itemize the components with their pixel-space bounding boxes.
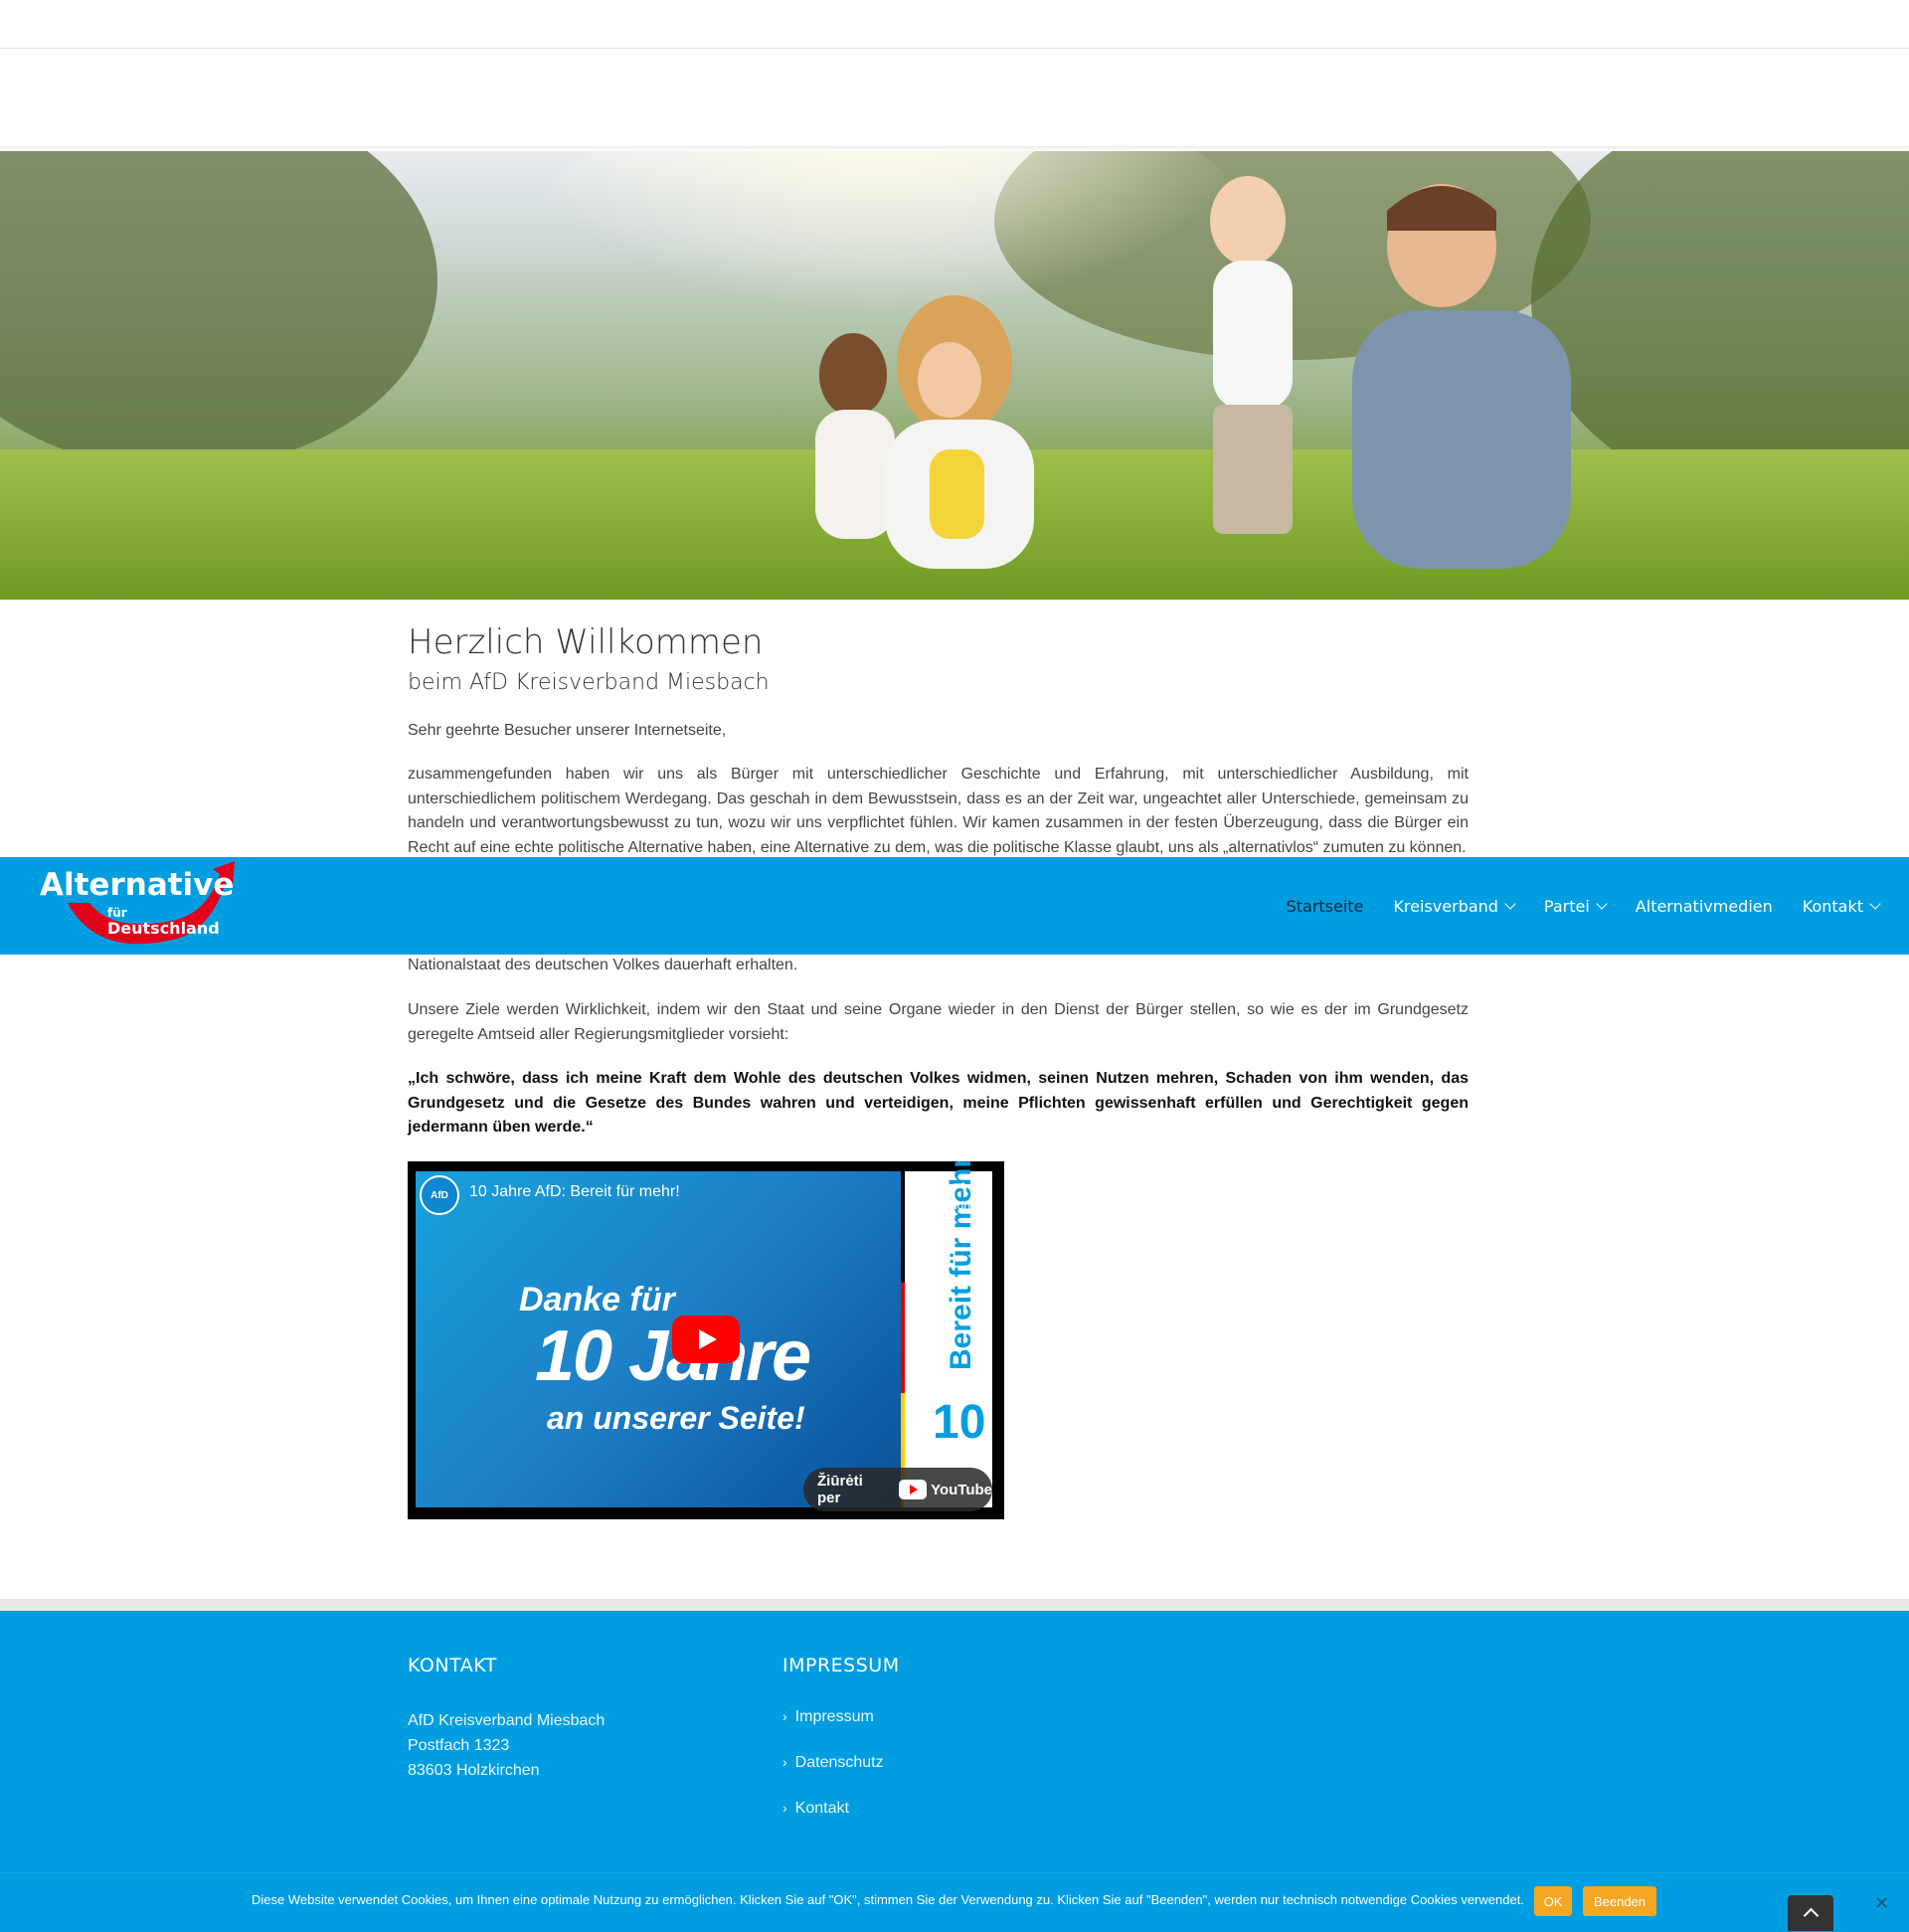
thumbnail-text-1: Danke für <box>519 1281 675 1318</box>
nav-item-kontakt[interactable]: Kontakt <box>1802 896 1881 916</box>
nav-item-label: Partei <box>1543 896 1590 916</box>
footer-links: › Impressum › Datenschutz › Kontakt <box>782 1708 900 1845</box>
page-subtitle: beim AfD Kreisverband Miesbach <box>408 670 770 695</box>
main-navigation: Alternative für Deutschland Startseite K… <box>0 857 1909 955</box>
intro-paragraph: zusammengefunden haben wir uns als Bürge… <box>408 766 1469 857</box>
logo-text-deutschland: Deutschland <box>107 919 220 938</box>
watch-on-youtube-button[interactable]: Žiūrėti per YouTube <box>803 1468 992 1511</box>
close-icon[interactable]: ✕ <box>1874 1893 1889 1914</box>
logo-text-fuer: für <box>107 906 127 920</box>
footer-impressum-heading: IMPRESSUM <box>782 1655 900 1676</box>
angle-right-icon: › <box>782 1800 787 1816</box>
chevron-down-icon <box>1504 898 1516 910</box>
nav-item-partei[interactable]: Partei <box>1543 896 1608 916</box>
nav-item-label: Startseite <box>1286 896 1364 916</box>
cookie-text: Diese Website verwendet Cookies, um Ihne… <box>252 1892 1524 1907</box>
youtube-video-embed[interactable]: Bereit für mehr. 10 AfD 10 Jahre AfD: Be… <box>408 1161 1004 1519</box>
oath-quote: „Ich schwöre, dass ich meine Kraft dem W… <box>408 1070 1469 1137</box>
nav-menu: Startseite Kreisverband Partei Alternati… <box>1287 857 1881 955</box>
footer-link-datenschutz[interactable]: › Datenschutz <box>782 1754 900 1800</box>
video-ten-years: 10 <box>933 1396 986 1449</box>
footer-link-kontakt[interactable]: › Kontakt <box>782 1800 900 1845</box>
footer-link-label: Impressum <box>794 1708 874 1725</box>
share-label: Bendrinti <box>936 1198 983 1212</box>
address-line: Postfach 1323 <box>408 1737 510 1754</box>
footer-kontakt-column: KONTAKT AfD Kreisverband Miesbach Postfa… <box>408 1655 605 1783</box>
footer-impressum-column: IMPRESSUM › Impressum › Datenschutz › Ko… <box>782 1655 900 1845</box>
footer-link-label: Kontakt <box>794 1800 849 1817</box>
nav-item-startseite[interactable]: Startseite <box>1287 897 1364 916</box>
goal-paragraph: Unsere Ziele werden Wirklichkeit, indem … <box>408 1001 1469 1043</box>
watch-label: Žiūrėti per <box>817 1473 863 1506</box>
footer-kontakt-heading: KONTAKT <box>408 1655 497 1676</box>
scroll-to-top-button[interactable] <box>1788 1895 1833 1931</box>
nav-item-alternativmedien[interactable]: Alternativmedien <box>1636 897 1773 916</box>
thumbnail-text-3: an unserer Seite! <box>547 1400 805 1436</box>
footer-separator <box>0 1599 1909 1611</box>
chevron-down-icon <box>1596 898 1608 910</box>
footer-link-impressum[interactable]: › Impressum <box>782 1708 900 1754</box>
chevron-up-icon <box>1803 1907 1819 1924</box>
nav-item-kreisverband[interactable]: Kreisverband <box>1393 896 1516 916</box>
youtube-label: YouTube <box>931 1481 992 1498</box>
cookie-consent-bar: Diese Website verwendet Cookies, um Ihne… <box>0 1872 1909 1932</box>
angle-right-icon: › <box>782 1754 787 1770</box>
footer-address: AfD Kreisverband Miesbach Postfach 1323 … <box>408 1708 605 1783</box>
address-line: 83603 Holzkirchen <box>408 1762 540 1779</box>
video-title[interactable]: 10 Jahre AfD: Bereit für mehr! <box>469 1183 680 1201</box>
top-bar <box>0 0 1909 49</box>
channel-avatar[interactable]: AfD <box>420 1175 459 1215</box>
chevron-down-icon <box>1869 898 1881 910</box>
page-title: Herzlich Willkommen <box>408 622 764 662</box>
footer-link-label: Datenschutz <box>794 1754 884 1771</box>
cookie-decline-button[interactable]: Beenden <box>1583 1886 1656 1916</box>
share-icon: ➦ <box>951 1175 968 1197</box>
play-button[interactable] <box>672 1316 740 1363</box>
youtube-logo-icon: YouTube <box>899 1480 992 1499</box>
goal-paragraph-fragment: Nationalstaat des deutschen Volkes dauer… <box>408 957 798 973</box>
afd-logo[interactable]: Alternative für Deutschland <box>38 859 237 953</box>
header-area <box>0 49 1909 147</box>
address-line: AfD Kreisverband Miesbach <box>408 1712 606 1729</box>
nav-item-label: Kontakt <box>1802 896 1863 916</box>
logo-text-alternative: Alternative <box>40 867 234 903</box>
greeting-text: Sehr geehrte Besucher unserer Internetse… <box>408 722 727 739</box>
hero-illustration <box>0 151 1909 600</box>
nav-item-label: Kreisverband <box>1393 896 1498 916</box>
hero-image <box>0 151 1909 600</box>
share-button[interactable]: ➦ Bendrinti <box>930 1173 989 1212</box>
angle-right-icon: › <box>782 1708 787 1724</box>
nav-item-label: Alternativmedien <box>1635 896 1773 916</box>
cookie-ok-button[interactable]: OK <box>1534 1886 1572 1916</box>
